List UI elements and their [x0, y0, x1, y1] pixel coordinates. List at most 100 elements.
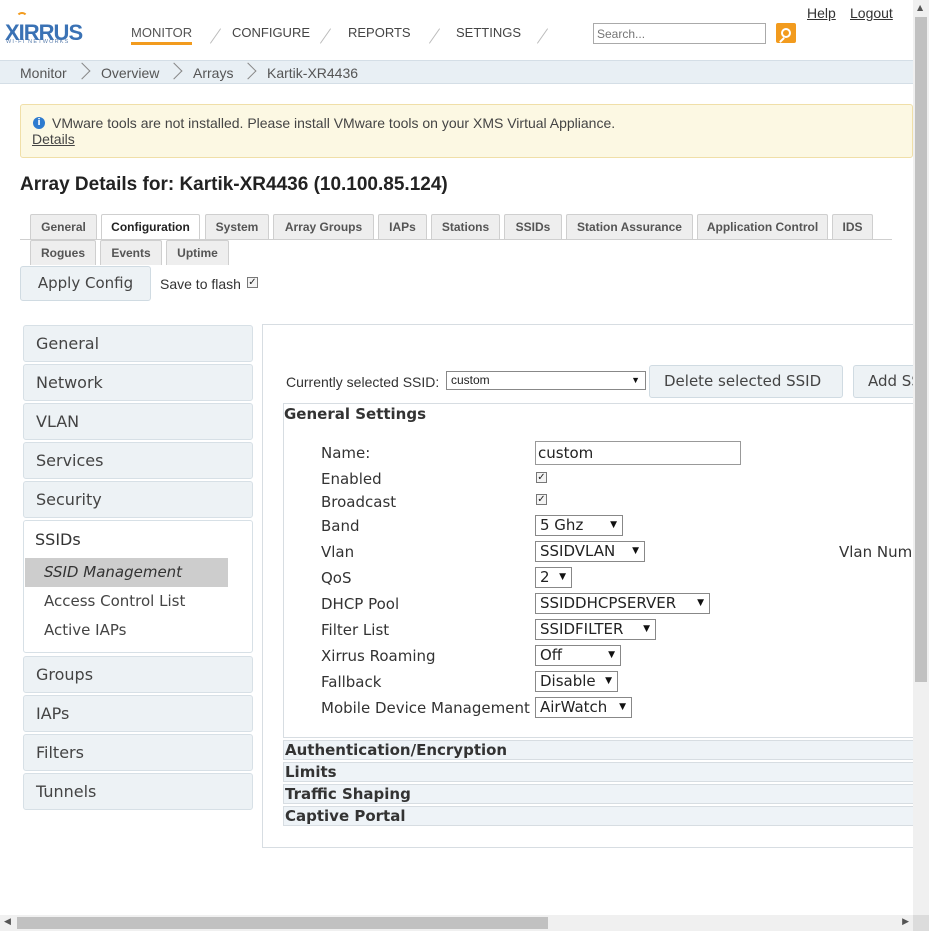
- dhcp-pool-label: DHCP Pool: [321, 595, 400, 613]
- vertical-scroll-thumb[interactable]: [915, 17, 927, 682]
- sidebar-item-groups[interactable]: Groups: [23, 656, 253, 693]
- alert-message: VMware tools are not installed. Please i…: [52, 115, 616, 131]
- fallback-select[interactable]: Disable ▼: [535, 671, 618, 692]
- filter-list-label: Filter List: [321, 621, 390, 639]
- add-ssid-button[interactable]: Add SSID: [853, 365, 913, 398]
- dropdown-arrow-icon: ▼: [643, 624, 650, 634]
- ssid-select-value: custom: [451, 373, 490, 387]
- tab-general[interactable]: General: [30, 214, 97, 239]
- xirrus-roaming-label: Xirrus Roaming: [321, 647, 436, 665]
- section-traffic-shaping[interactable]: Traffic Shaping: [283, 784, 913, 804]
- tab-array-groups[interactable]: Array Groups: [273, 214, 374, 239]
- sidebar-group-ssids: SSIDs SSID Management Access Control Lis…: [23, 520, 253, 653]
- section-captive-portal[interactable]: Captive Portal: [283, 806, 913, 826]
- tab-rogues[interactable]: Rogues: [30, 240, 96, 265]
- sidebar-item-tunnels[interactable]: Tunnels: [23, 773, 253, 810]
- section-authentication-encryption[interactable]: Authentication/Encryption: [283, 740, 913, 760]
- breadcrumb: Monitor Overview Arrays Kartik-XR4436: [0, 60, 913, 84]
- broadcast-label: Broadcast: [321, 493, 397, 511]
- vertical-scrollbar[interactable]: ▲: [913, 0, 929, 915]
- nav-settings[interactable]: SETTINGS: [456, 25, 521, 40]
- scrollbar-corner: [913, 915, 929, 931]
- search-button[interactable]: [776, 23, 796, 43]
- nav-divider: [319, 28, 332, 44]
- search-icon: [781, 28, 791, 38]
- nav-divider: [536, 28, 549, 44]
- dropdown-arrow-icon: ▼: [559, 572, 566, 582]
- tab-events[interactable]: Events: [100, 240, 162, 265]
- tab-iaps[interactable]: IAPs: [378, 214, 427, 239]
- sidebar-item-security[interactable]: Security: [23, 481, 253, 518]
- tab-application-control[interactable]: Application Control: [697, 214, 828, 239]
- dhcp-pool-select[interactable]: SSIDDHCPSERVER ▼: [535, 593, 710, 614]
- tab-uptime[interactable]: Uptime: [166, 240, 229, 265]
- help-link[interactable]: Help: [807, 5, 836, 21]
- info-icon: i: [33, 117, 45, 129]
- qos-label: QoS: [321, 569, 352, 587]
- dropdown-arrow-icon: ▼: [608, 650, 615, 660]
- save-to-flash-label: Save to flash: [160, 276, 241, 292]
- qos-select[interactable]: 2 ▼: [535, 567, 572, 588]
- xirrus-roaming-select[interactable]: Off ▼: [535, 645, 621, 666]
- nav-reports[interactable]: REPORTS: [348, 25, 411, 40]
- apply-config-button[interactable]: Apply Config: [20, 266, 151, 301]
- tab-configuration[interactable]: Configuration: [101, 214, 200, 240]
- sidebar-item-vlan[interactable]: VLAN: [23, 403, 253, 440]
- vlan-label: Vlan: [321, 543, 355, 561]
- tab-stations[interactable]: Stations: [431, 214, 500, 239]
- chevron-right-icon: [73, 62, 91, 80]
- nav-monitor[interactable]: MONITOR: [131, 25, 193, 45]
- sidebar-item-filters[interactable]: Filters: [23, 734, 253, 771]
- sidebar-item-general[interactable]: General: [23, 325, 253, 362]
- xirrus-logo[interactable]: XIRRUS WI-FI NETWORKS: [5, 10, 85, 50]
- nav-divider: [209, 28, 222, 44]
- vmware-alert: i VMware tools are not installed. Please…: [20, 104, 913, 158]
- breadcrumb-monitor[interactable]: Monitor: [20, 65, 67, 81]
- section-limits[interactable]: Limits: [283, 762, 913, 782]
- qos-select-value: 2: [540, 568, 550, 586]
- dropdown-arrow-icon: ▼: [605, 676, 612, 686]
- sidebar-subitem-active-iaps[interactable]: Active IAPs: [44, 621, 126, 639]
- scroll-right-icon[interactable]: ▶: [902, 917, 909, 927]
- breadcrumb-overview[interactable]: Overview: [101, 65, 159, 81]
- chevron-right-icon: [239, 62, 257, 80]
- save-to-flash-checkbox[interactable]: ✓: [247, 277, 258, 288]
- sidebar-item-ssids[interactable]: SSIDs: [35, 530, 81, 549]
- tab-ssids[interactable]: SSIDs: [504, 214, 562, 239]
- horizontal-scroll-thumb[interactable]: [17, 917, 548, 929]
- sidebar-item-network[interactable]: Network: [23, 364, 253, 401]
- delete-ssid-button[interactable]: Delete selected SSID: [649, 365, 843, 398]
- name-label: Name:: [321, 444, 371, 462]
- chevron-right-icon: [165, 62, 183, 80]
- name-field[interactable]: [535, 441, 741, 465]
- horizontal-scrollbar[interactable]: ◀ ▶: [0, 915, 913, 931]
- sidebar-item-iaps[interactable]: IAPs: [23, 695, 253, 732]
- tab-ids[interactable]: IDS: [832, 214, 873, 239]
- search-input[interactable]: [593, 23, 766, 44]
- tab-system[interactable]: System: [205, 214, 269, 239]
- band-label: Band: [321, 517, 360, 535]
- filter-list-select[interactable]: SSIDFILTER ▼: [535, 619, 656, 640]
- sidebar-subitem-access-control-list[interactable]: Access Control List: [44, 592, 185, 610]
- broadcast-checkbox[interactable]: ✓: [536, 494, 547, 505]
- breadcrumb-arrays[interactable]: Arrays: [193, 65, 233, 81]
- sidebar-item-services[interactable]: Services: [23, 442, 253, 479]
- breadcrumb-array: Kartik-XR4436: [267, 65, 359, 81]
- nav-configure[interactable]: CONFIGURE: [232, 25, 310, 40]
- ssid-select[interactable]: custom ▼: [446, 371, 646, 390]
- vlan-select[interactable]: SSIDVLAN ▼: [535, 541, 645, 562]
- scroll-up-icon[interactable]: ▲: [917, 3, 923, 12]
- dropdown-arrow-icon: ▼: [697, 598, 704, 608]
- tab-station-assurance[interactable]: Station Assurance: [566, 214, 693, 239]
- scroll-left-icon[interactable]: ◀: [4, 917, 11, 927]
- selected-ssid-label: Currently selected SSID:: [286, 374, 440, 390]
- logout-link[interactable]: Logout: [850, 5, 893, 21]
- alert-details-link[interactable]: Details: [32, 131, 75, 147]
- sidebar-subitem-ssid-management[interactable]: SSID Management: [25, 558, 228, 587]
- enabled-label: Enabled: [321, 470, 382, 488]
- mdm-select-value: AirWatch: [540, 698, 608, 716]
- dropdown-arrow-icon: ▼: [631, 375, 640, 385]
- enabled-checkbox[interactable]: ✓: [536, 472, 547, 483]
- mdm-select[interactable]: AirWatch ▼: [535, 697, 632, 718]
- band-select[interactable]: 5 Ghz ▼: [535, 515, 623, 536]
